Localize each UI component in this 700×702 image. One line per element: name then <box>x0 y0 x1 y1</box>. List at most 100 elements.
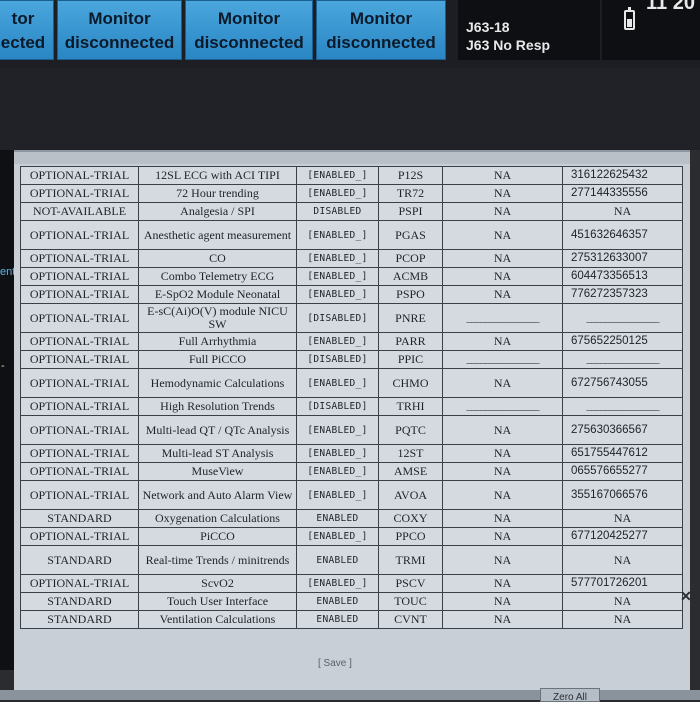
alarm-message-box[interactable]: J63-18 J63 No Resp <box>458 0 600 60</box>
license-key-cell[interactable]: 275312633007 <box>562 249 683 268</box>
table-row[interactable]: STANDARD Oxygenation Calculations ENABLED C… <box>20 509 683 528</box>
license-key-cell[interactable]: 677120425277 <box>562 527 683 546</box>
license-key-cell[interactable]: 451632646357 <box>562 220 683 250</box>
status-cell[interactable]: ENABLED <box>296 509 379 528</box>
feature-name-cell: Anesthetic agent measurement <box>138 220 297 250</box>
status-cell[interactable]: ENABLED <box>296 545 379 575</box>
feature-name-cell: Multi-lead ST Analysis <box>138 444 297 463</box>
license-key-cell[interactable]: 675652250125 <box>562 332 683 351</box>
na-cell: NA <box>442 184 563 203</box>
license-key-cell[interactable]: ________________ <box>562 303 683 333</box>
table-row[interactable]: OPTIONAL-TRIAL ScvO2 [ENABLED_] PSCV NA 57770… <box>20 574 683 593</box>
feature-name-cell: E-sC(Ai)O(V) module NICU SW <box>138 303 297 333</box>
license-type-cell: OPTIONAL-TRIAL <box>20 303 139 333</box>
left-menu-fragment[interactable]: ent <box>0 266 15 278</box>
license-key-cell[interactable]: 577701726201 <box>562 574 683 593</box>
license-type-cell: OPTIONAL-TRIAL <box>20 480 139 510</box>
na-cell: NA <box>442 610 563 629</box>
table-row[interactable]: STANDARD Touch User Interface ENABLED TOUC N… <box>20 592 683 611</box>
na-cell: NA <box>442 166 563 185</box>
license-key-cell[interactable]: 355167066576 <box>562 480 683 510</box>
status-cell[interactable]: [ENABLED_] <box>296 368 379 398</box>
status-cell[interactable]: [ENABLED_] <box>296 574 379 593</box>
feature-code-cell: AMSE <box>378 462 443 481</box>
table-row[interactable]: OPTIONAL-TRIAL Multi-lead QT / QTc Analys… <box>20 415 683 445</box>
close-icon[interactable]: ✕ <box>680 588 692 605</box>
table-row[interactable]: OPTIONAL-TRIAL Anesthetic agent measureme… <box>20 220 683 250</box>
license-key-cell[interactable]: 604473356513 <box>562 267 683 286</box>
table-row[interactable]: OPTIONAL-TRIAL E-SpO2 Module Neonatal [ENA… <box>20 285 683 304</box>
status-cell[interactable]: ENABLED <box>296 592 379 611</box>
table-row[interactable]: OPTIONAL-TRIAL Combo Telemetry ECG [ENABLE… <box>20 267 683 286</box>
na-cell: NA <box>442 267 563 286</box>
status-cell[interactable]: [ENABLED_] <box>296 415 379 445</box>
na-cell: ________________ <box>442 303 563 333</box>
license-type-cell: STANDARD <box>20 592 139 611</box>
table-row[interactable]: OPTIONAL-TRIAL PiCCO [ENABLED_] PPCO NA 67712… <box>20 527 683 546</box>
table-row[interactable]: OPTIONAL-TRIAL 72 Hour trending [ENABLED_]… <box>20 184 683 203</box>
license-key-cell[interactable]: 065576655277 <box>562 462 683 481</box>
table-row[interactable]: OPTIONAL-TRIAL E-sC(Ai)O(V) module NICU S… <box>20 303 683 333</box>
monitor-status-button-4[interactable]: Monitor disconnected <box>316 0 446 60</box>
status-cell[interactable]: DISABLED <box>296 202 379 221</box>
feature-code-cell: CVNT <box>378 610 443 629</box>
table-row[interactable]: NOT-AVAILABLE Analgesia / SPI DISABLED PSPI… <box>20 202 683 221</box>
feature-name-cell: Multi-lead QT / QTc Analysis <box>138 415 297 445</box>
table-row[interactable]: OPTIONAL-TRIAL 12SL ECG with ACI TIPI [ENA… <box>20 166 683 185</box>
status-cell[interactable]: [ENABLED_] <box>296 462 379 481</box>
license-type-cell: OPTIONAL-TRIAL <box>20 332 139 351</box>
na-cell: NA <box>442 527 563 546</box>
license-type-cell: STANDARD <box>20 610 139 629</box>
status-cell[interactable]: [ENABLED_] <box>296 267 379 286</box>
license-key-cell[interactable]: 672756743055 <box>562 368 683 398</box>
feature-name-cell: Full Arrhythmia <box>138 332 297 351</box>
license-key-cell[interactable]: ________________ <box>562 397 683 416</box>
license-key-cell[interactable]: ________________ <box>562 350 683 369</box>
status-cell[interactable]: [ENABLED_] <box>296 166 379 185</box>
table-row[interactable]: OPTIONAL-TRIAL MuseView [ENABLED_] AMSE NA 06… <box>20 462 683 481</box>
license-type-cell: OPTIONAL-TRIAL <box>20 444 139 463</box>
table-row[interactable]: OPTIONAL-TRIAL Full PiCCO [DISABLED] PPIC __… <box>20 350 683 369</box>
status-cell[interactable]: [DISABLED] <box>296 350 379 369</box>
table-row[interactable]: OPTIONAL-TRIAL Multi-lead ST Analysis [ENA… <box>20 444 683 463</box>
status-cell[interactable]: [ENABLED_] <box>296 527 379 546</box>
status-cell[interactable]: [DISABLED] <box>296 303 379 333</box>
table-row[interactable]: OPTIONAL-TRIAL CO [ENABLED_] PCOP NA 27531263… <box>20 249 683 268</box>
status-cell[interactable]: [ENABLED_] <box>296 444 379 463</box>
license-key-cell[interactable]: 651755447612 <box>562 444 683 463</box>
license-type-cell: OPTIONAL-TRIAL <box>20 574 139 593</box>
status-cell[interactable]: [DISABLED] <box>296 397 379 416</box>
status-cell[interactable]: [ENABLED_] <box>296 332 379 351</box>
status-cell[interactable]: [ENABLED_] <box>296 480 379 510</box>
monitor-status-button-3[interactable]: Monitor disconnected <box>185 0 313 60</box>
table-row[interactable]: OPTIONAL-TRIAL Network and Auto Alarm Vie… <box>20 480 683 510</box>
license-key-cell[interactable]: NA <box>562 610 683 629</box>
license-key-cell[interactable]: NA <box>562 592 683 611</box>
save-button[interactable]: [ Save ] <box>318 658 352 669</box>
monitor-state: disconnected <box>326 33 436 52</box>
license-key-cell[interactable]: 277144335556 <box>562 184 683 203</box>
system-status-box: 11 20 <box>602 0 700 60</box>
status-cell[interactable]: [ENABLED_] <box>296 184 379 203</box>
status-cell[interactable]: ENABLED <box>296 610 379 629</box>
license-key-cell[interactable]: 776272357323 <box>562 285 683 304</box>
table-row[interactable]: STANDARD Ventilation Calculations ENABLED C… <box>20 610 683 629</box>
license-type-cell: OPTIONAL-TRIAL <box>20 285 139 304</box>
status-cell[interactable]: [ENABLED_] <box>296 249 379 268</box>
status-cell[interactable]: [ENABLED_] <box>296 220 379 250</box>
table-row[interactable]: STANDARD Real-time Trends / minitrends ENA… <box>20 545 683 575</box>
table-row[interactable]: OPTIONAL-TRIAL Full Arrhythmia [ENABLED_] P… <box>20 332 683 351</box>
license-key-cell[interactable]: 316122625432 <box>562 166 683 185</box>
feature-name-cell: ScvO2 <box>138 574 297 593</box>
license-key-cell[interactable]: NA <box>562 202 683 221</box>
license-key-cell[interactable]: NA <box>562 509 683 528</box>
monitor-status-button-1[interactable]: tor ected <box>0 0 54 60</box>
table-row[interactable]: OPTIONAL-TRIAL Hemodynamic Calculations [E… <box>20 368 683 398</box>
license-type-cell: OPTIONAL-TRIAL <box>20 350 139 369</box>
license-key-cell[interactable]: NA <box>562 545 683 575</box>
status-cell[interactable]: [ENABLED_] <box>296 285 379 304</box>
license-key-cell[interactable]: 275630366567 <box>562 415 683 445</box>
monitor-status-button-2[interactable]: Monitor disconnected <box>57 0 182 60</box>
license-type-cell: STANDARD <box>20 509 139 528</box>
table-row[interactable]: OPTIONAL-TRIAL High Resolution Trends [DIS… <box>20 397 683 416</box>
